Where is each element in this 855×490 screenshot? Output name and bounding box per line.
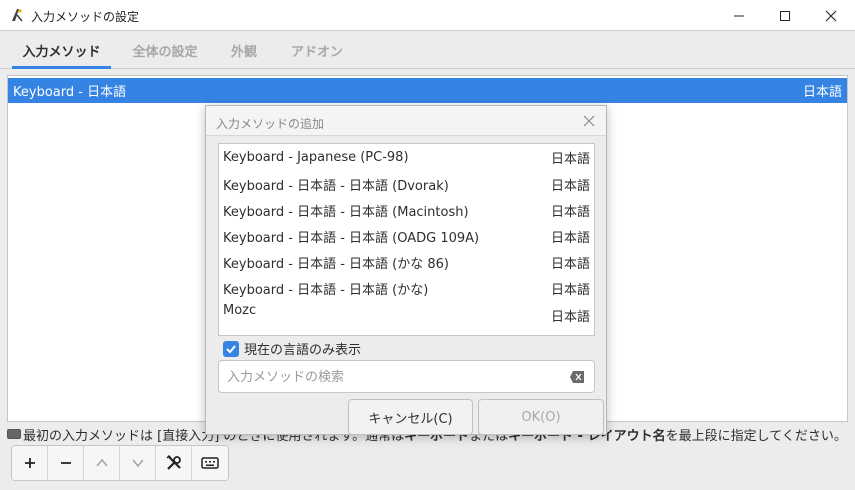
list-item[interactable]: Keyboard - 日本語 - 日本語 (Dvorak) 日本語 bbox=[219, 171, 594, 197]
list-item-name: Keyboard - 日本語 bbox=[13, 85, 127, 100]
available-input-method-list[interactable]: Keyboard - Japanese (PC-98) 日本語 Keyboard… bbox=[218, 143, 595, 336]
list-item[interactable]: Mozc 日本語 bbox=[219, 301, 594, 327]
current-language-only-checkbox[interactable] bbox=[223, 340, 239, 357]
list-item[interactable]: Keyboard - Japanese (PC-98) 日本語 bbox=[219, 144, 594, 170]
input-method-app-icon bbox=[12, 9, 23, 22]
keyboard-layout-button[interactable] bbox=[192, 446, 228, 480]
list-item-language: 日本語 bbox=[550, 178, 590, 194]
keyboard-icon bbox=[7, 429, 21, 439]
add-button[interactable] bbox=[12, 446, 48, 480]
minus-icon bbox=[60, 462, 71, 464]
minimize-icon bbox=[734, 15, 744, 16]
add-input-method-dialog: 入力メソッドの追加 Keyboard - Japanese (PC-98) 日本… bbox=[205, 105, 607, 435]
list-item-language: 日本語 bbox=[550, 310, 590, 325]
checkbox-label: 現在の言語のみ表示 bbox=[244, 343, 362, 358]
list-item-name: Keyboard - 日本語 - 日本語 (かな 86) bbox=[223, 256, 449, 272]
close-button[interactable] bbox=[808, 0, 854, 31]
list-item-language: 日本語 bbox=[550, 282, 590, 298]
move-up-button[interactable] bbox=[84, 446, 120, 480]
list-item-name: Keyboard - 日本語 - 日本語 (かな) bbox=[223, 282, 429, 298]
info-text-prefix: 最初の入力メソッドは [直接入力 bbox=[23, 428, 215, 444]
list-item[interactable]: Keyboard - 日本語 日本語 bbox=[8, 78, 847, 103]
list-toolbar bbox=[11, 445, 229, 481]
tab-addons[interactable]: アドオン bbox=[280, 31, 354, 69]
plus-icon bbox=[24, 458, 35, 468]
minimize-button[interactable] bbox=[716, 0, 762, 31]
tab-appearance[interactable]: 外観 bbox=[220, 31, 268, 69]
list-item-language: 日本語 bbox=[802, 85, 842, 100]
move-down-button[interactable] bbox=[120, 446, 156, 480]
clear-icon[interactable] bbox=[569, 370, 585, 384]
tools-icon bbox=[165, 454, 181, 470]
dialog-title: 入力メソッドの追加 bbox=[216, 117, 325, 131]
maximize-button[interactable] bbox=[762, 0, 808, 31]
dialog-title-bar: 入力メソッドの追加 bbox=[206, 106, 606, 136]
list-item-language: 日本語 bbox=[550, 230, 590, 246]
cancel-button[interactable]: キャンセル(C) bbox=[348, 399, 473, 435]
list-item[interactable]: Keyboard - 日本語 - 日本語 (OADG 109A) 日本語 bbox=[219, 223, 594, 249]
list-item-language: 日本語 bbox=[550, 204, 590, 220]
close-icon bbox=[825, 10, 837, 21]
list-item-name: Mozc bbox=[223, 303, 257, 318]
list-item[interactable]: Keyboard - 日本語 - 日本語 (かな 86) 日本語 bbox=[219, 249, 594, 275]
maximize-icon bbox=[780, 10, 790, 21]
remove-button[interactable] bbox=[48, 446, 84, 480]
keyboard-icon bbox=[201, 457, 219, 469]
list-item[interactable]: Keyboard - 日本語 - 日本語 (Macintosh) 日本語 bbox=[219, 197, 594, 223]
chevron-up-icon bbox=[95, 458, 108, 467]
list-item-name: Keyboard - Japanese (PC-98) bbox=[223, 149, 409, 165]
search-box bbox=[218, 360, 595, 393]
list-item-name: Keyboard - 日本語 - 日本語 (Macintosh) bbox=[223, 204, 469, 220]
tab-global-settings[interactable]: 全体の設定 bbox=[120, 31, 210, 69]
checkmark-icon bbox=[226, 344, 236, 353]
ok-button[interactable]: OK(O) bbox=[478, 399, 604, 435]
list-item-name: Keyboard - 日本語 - 日本語 (Dvorak) bbox=[223, 178, 449, 194]
info-text-suffix: を最上段に指定してください。 bbox=[665, 428, 847, 444]
list-item-language: 日本語 bbox=[550, 151, 590, 167]
chevron-down-icon bbox=[131, 459, 144, 468]
tab-input-method[interactable]: 入力メソッド bbox=[12, 31, 111, 69]
list-item-name: Keyboard - 日本語 - 日本語 (OADG 109A) bbox=[223, 230, 480, 246]
current-language-only-option[interactable]: 現在の言語のみ表示 bbox=[223, 339, 361, 358]
tab-bar: 入力メソッド 全体の設定 外観 アドオン bbox=[0, 31, 855, 69]
list-item[interactable]: Keyboard - 日本語 - 日本語 (かな) 日本語 bbox=[219, 275, 594, 301]
window-title: 入力メソッドの設定 bbox=[31, 10, 140, 24]
list-item-language: 日本語 bbox=[550, 256, 590, 272]
title-bar: 入力メソッドの設定 bbox=[0, 0, 855, 31]
dialog-close-icon[interactable] bbox=[582, 114, 596, 128]
search-input[interactable] bbox=[227, 368, 557, 386]
configure-button[interactable] bbox=[156, 446, 192, 480]
